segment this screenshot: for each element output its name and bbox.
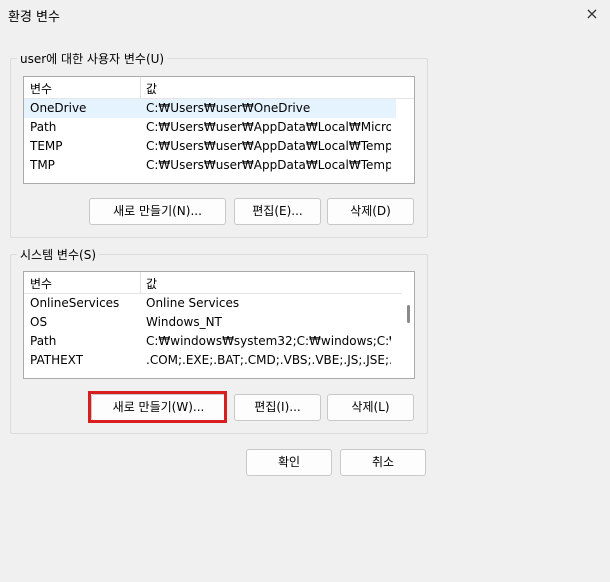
variable-value: .COM;.EXE;.BAT;.CMD;.VBS;.VBE;.JS;.JSE;.… xyxy=(146,353,391,367)
column-separator[interactable] xyxy=(140,272,141,293)
vertical-scrollbar[interactable] xyxy=(402,272,414,378)
list-item[interactable]: PATHEXT .COM;.EXE;.BAT;.CMD;.VBS;.VBE;.J… xyxy=(24,351,414,370)
window-title: 환경 변수 xyxy=(8,10,60,25)
variable-value: Windows_NT xyxy=(146,315,222,329)
column-header-variable[interactable]: 변수 xyxy=(30,275,138,292)
column-header-value[interactable]: 값 xyxy=(146,275,391,292)
user-variables-label: user에 대한 사용자 변수(U) xyxy=(17,50,168,67)
system-delete-button[interactable]: 삭제(L) xyxy=(327,394,414,421)
variable-value: C:₩Users₩user₩AppData₩Local₩Microsoft... xyxy=(146,120,391,134)
list-header: 변수 값 xyxy=(24,272,414,294)
variable-name: OneDrive xyxy=(30,101,87,115)
variable-value: C:₩Users₩user₩OneDrive xyxy=(146,101,311,115)
variable-value: C:₩Users₩user₩AppData₩Local₩Temp xyxy=(146,139,391,153)
user-new-button[interactable]: 새로 만들기(N)... xyxy=(89,198,226,225)
cancel-button[interactable]: 취소 xyxy=(340,449,426,476)
user-edit-button[interactable]: 편집(E)... xyxy=(234,198,321,225)
close-icon[interactable]: × xyxy=(580,2,604,26)
user-delete-button[interactable]: 삭제(D) xyxy=(327,198,414,225)
variable-name: TMP xyxy=(30,158,55,172)
column-header-value[interactable]: 값 xyxy=(146,80,391,97)
title-bar: 환경 변수 × xyxy=(0,0,610,30)
variable-name: Path xyxy=(30,120,57,134)
variable-name: TEMP xyxy=(30,139,63,153)
variable-value: Online Services xyxy=(146,296,240,310)
list-item[interactable]: Path C:₩Users₩user₩AppData₩Local₩Microso… xyxy=(24,118,414,137)
variable-name: OS xyxy=(30,315,48,329)
list-item[interactable]: TEMP C:₩Users₩user₩AppData₩Local₩Temp xyxy=(24,137,414,156)
system-variables-list[interactable]: 변수 값 OnlineServices Online Services OS W… xyxy=(23,271,415,379)
list-item[interactable]: OnlineServices Online Services xyxy=(24,294,414,313)
list-header: 변수 값 xyxy=(24,77,414,99)
column-header-variable[interactable]: 변수 xyxy=(30,80,138,97)
column-separator[interactable] xyxy=(140,77,141,98)
scrollbar-thumb[interactable] xyxy=(407,305,410,323)
list-item[interactable]: TMP C:₩Users₩user₩AppData₩Local₩Temp xyxy=(24,156,414,175)
variable-value: C:₩windows₩system32;C:₩windows;C:₩wi... xyxy=(146,334,391,348)
list-item[interactable]: Path C:₩windows₩system32;C:₩windows;C:₩w… xyxy=(24,332,414,351)
system-variables-label: 시스템 변수(S) xyxy=(17,246,99,263)
system-edit-button[interactable]: 편집(I)... xyxy=(234,394,321,421)
list-item[interactable]: OneDrive C:₩Users₩user₩OneDrive xyxy=(24,99,396,118)
variable-name: OnlineServices xyxy=(30,296,120,310)
variable-name: PATHEXT xyxy=(30,353,84,367)
highlight-box xyxy=(88,391,227,423)
user-variables-list[interactable]: 변수 값 OneDrive C:₩Users₩user₩OneDrive Pat… xyxy=(23,76,415,184)
ok-button[interactable]: 확인 xyxy=(246,449,332,476)
variable-value: C:₩Users₩user₩AppData₩Local₩Temp xyxy=(146,158,391,172)
list-item[interactable]: OS Windows_NT xyxy=(24,313,414,332)
variable-name: Path xyxy=(30,334,57,348)
